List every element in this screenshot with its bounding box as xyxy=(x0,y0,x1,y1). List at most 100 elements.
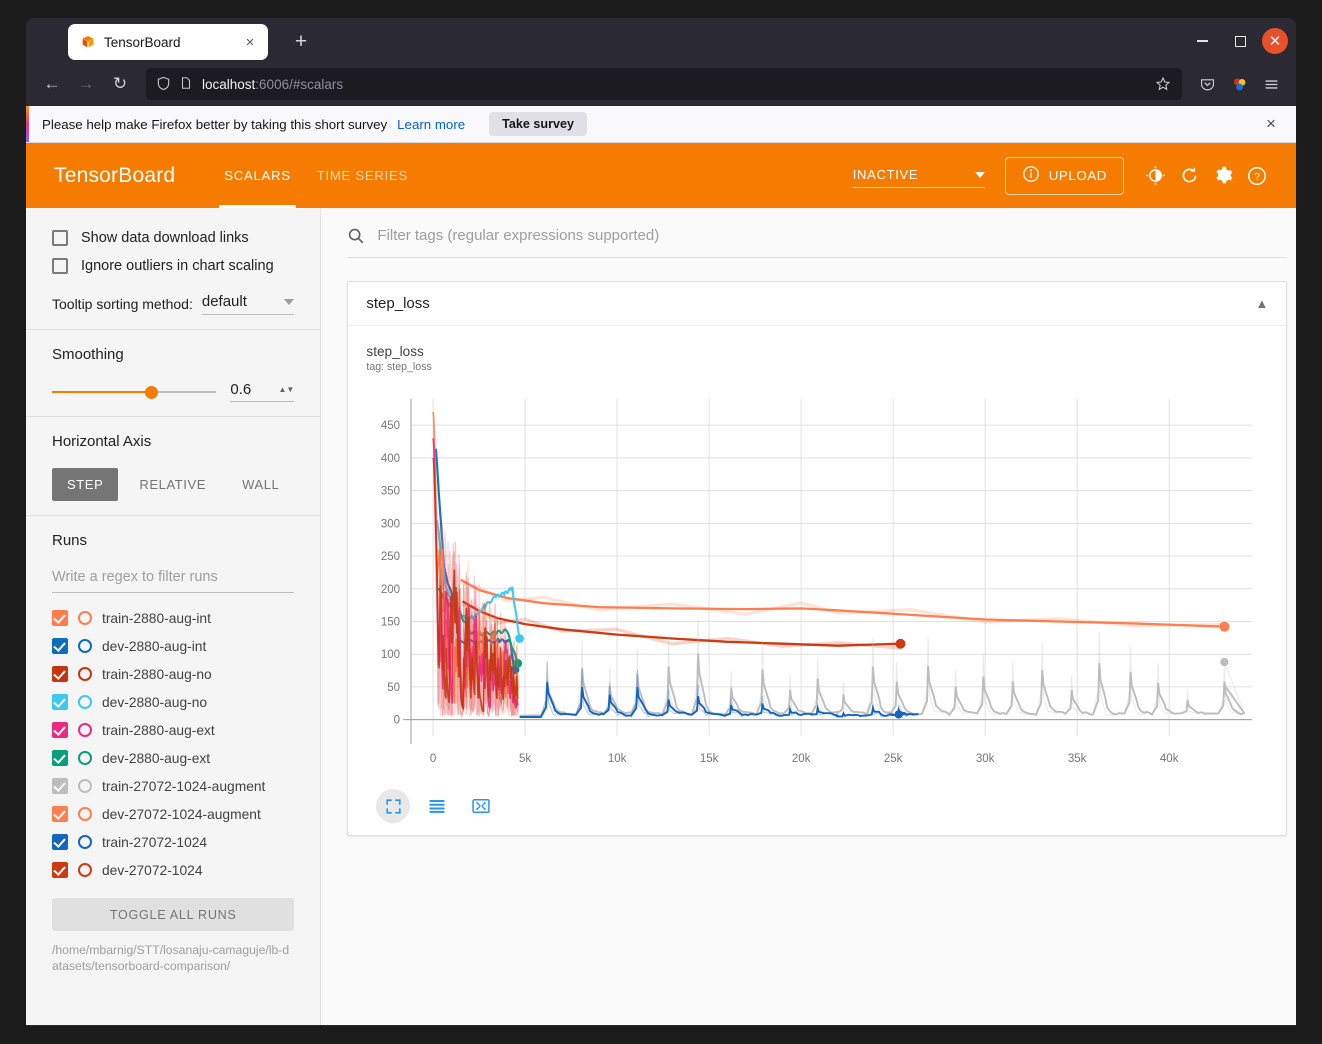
data-table-icon[interactable] xyxy=(420,789,454,823)
gear-icon[interactable] xyxy=(1206,159,1240,193)
run-item[interactable]: dev-27072-1024 xyxy=(52,856,294,884)
run-checkbox[interactable] xyxy=(52,694,68,710)
run-color-circle[interactable] xyxy=(78,835,92,849)
run-item[interactable]: train-2880-aug-no xyxy=(52,660,294,688)
run-label: train-27072-1024-augment xyxy=(102,779,265,794)
run-item[interactable]: train-27072-1024-augment xyxy=(52,772,294,800)
refresh-icon[interactable] xyxy=(1172,159,1206,193)
run-color-circle[interactable] xyxy=(78,863,92,877)
run-color-circle[interactable] xyxy=(78,667,92,681)
browser-tab[interactable]: TensorBoard × xyxy=(68,24,268,60)
run-item[interactable]: train-2880-aug-int xyxy=(52,604,294,632)
smoothing-slider[interactable] xyxy=(52,384,216,400)
checkbox[interactable] xyxy=(52,258,68,274)
close-window-button[interactable]: ✕ xyxy=(1262,28,1288,54)
tag-filter-input[interactable]: Filter tags (regular expressions support… xyxy=(377,227,659,244)
new-tab-button[interactable]: + xyxy=(288,30,314,56)
tab-strip: TensorBoard × + ✕ xyxy=(26,18,1296,62)
expand-chart-icon[interactable] xyxy=(376,789,410,823)
tensorboard-header: TensorBoard SCALARS TIME SERIES INACTIVE… xyxy=(26,143,1296,208)
smoothing-input[interactable]: 0.6 ▲▼ xyxy=(230,381,294,402)
chevron-up-icon[interactable]: ▲ xyxy=(1256,296,1269,311)
search-icon xyxy=(347,227,365,245)
address-bar[interactable]: localhost:6006/#scalars xyxy=(146,68,1182,100)
run-color-circle[interactable] xyxy=(78,807,92,821)
extension-icon[interactable] xyxy=(1224,69,1254,99)
run-item[interactable]: dev-27072-1024-augment xyxy=(52,800,294,828)
help-icon[interactable]: ? xyxy=(1240,159,1274,193)
run-color-circle[interactable] xyxy=(78,611,92,625)
run-label: dev-27072-1024 xyxy=(102,863,203,878)
tag-filter-row[interactable]: Filter tags (regular expressions support… xyxy=(347,208,1287,258)
upload-button[interactable]: UPLOAD xyxy=(1005,157,1124,195)
learn-more-link[interactable]: Learn more xyxy=(397,117,465,132)
series-dev-27072-1024-augment xyxy=(461,580,1230,632)
browser-window: TensorBoard × + ✕ ← → ↻ localhost:6006/#… xyxy=(26,18,1296,1026)
bookmark-star-icon[interactable] xyxy=(1150,71,1176,97)
maximize-button[interactable] xyxy=(1224,26,1256,56)
brightness-icon[interactable] xyxy=(1138,159,1172,193)
svg-text:250: 250 xyxy=(381,551,400,563)
back-icon[interactable]: ← xyxy=(36,68,68,100)
option-show-download-links[interactable]: Show data download links xyxy=(52,224,294,252)
svg-text:100: 100 xyxy=(381,649,400,661)
slider-fill xyxy=(52,391,151,393)
horizontal-axis-title: Horizontal Axis xyxy=(52,433,294,450)
menu-icon[interactable] xyxy=(1256,69,1286,99)
stepper-icon[interactable]: ▲▼ xyxy=(278,386,294,393)
axis-option-step[interactable]: STEP xyxy=(52,468,118,501)
run-checkbox[interactable] xyxy=(52,722,68,738)
card-header[interactable]: step_loss ▲ xyxy=(348,282,1286,326)
axis-option-wall[interactable]: WALL xyxy=(227,468,294,501)
run-item[interactable]: train-2880-aug-ext xyxy=(52,716,294,744)
scalar-card: step_loss ▲ step_loss tag: step_loss 050… xyxy=(347,281,1287,836)
run-checkbox[interactable] xyxy=(52,834,68,850)
axis-option-relative[interactable]: RELATIVE xyxy=(124,468,221,501)
slider-knob[interactable] xyxy=(145,386,158,399)
scalar-line-chart[interactable]: 05010015020025030035040045005k10k15k20k2… xyxy=(366,389,1266,779)
close-tab-icon[interactable]: × xyxy=(240,32,260,52)
tab-time-series[interactable]: TIME SERIES xyxy=(304,143,421,208)
run-checkbox[interactable] xyxy=(52,666,68,682)
run-state-value: INACTIVE xyxy=(853,167,965,182)
run-state-selector[interactable]: INACTIVE xyxy=(853,167,985,188)
run-checkbox[interactable] xyxy=(52,638,68,654)
run-checkbox[interactable] xyxy=(52,778,68,794)
run-item[interactable]: dev-2880-aug-ext xyxy=(52,744,294,772)
run-color-circle[interactable] xyxy=(78,639,92,653)
tooltip-sorting-select[interactable]: default xyxy=(202,293,295,315)
run-checkbox[interactable] xyxy=(52,750,68,766)
tensorboard-app: TensorBoard SCALARS TIME SERIES INACTIVE… xyxy=(26,143,1296,1025)
option-label: Ignore outliers in chart scaling xyxy=(81,258,274,274)
option-ignore-outliers[interactable]: Ignore outliers in chart scaling xyxy=(52,252,294,280)
run-item[interactable]: train-27072-1024 xyxy=(52,828,294,856)
app-body: Show data download links Ignore outliers… xyxy=(26,208,1296,1025)
run-color-circle[interactable] xyxy=(78,751,92,765)
run-label: dev-2880-aug-no xyxy=(102,695,207,710)
tensorboard-brand: TensorBoard xyxy=(54,164,175,188)
run-checkbox[interactable] xyxy=(52,862,68,878)
close-notification-icon[interactable]: × xyxy=(1258,111,1284,137)
smoothing-title: Smoothing xyxy=(52,346,294,363)
run-color-circle[interactable] xyxy=(78,695,92,709)
settings-section: Show data download links Ignore outliers… xyxy=(26,208,320,330)
toggle-all-runs-button[interactable]: TOGGLE ALL RUNS xyxy=(52,898,294,931)
take-survey-button[interactable]: Take survey xyxy=(489,112,587,136)
run-color-circle[interactable] xyxy=(78,723,92,737)
tab-scalars[interactable]: SCALARS xyxy=(211,143,303,208)
checkbox[interactable] xyxy=(52,230,68,246)
reload-icon[interactable]: ↻ xyxy=(104,68,136,100)
run-item[interactable]: dev-2880-aug-no xyxy=(52,688,294,716)
run-checkbox[interactable] xyxy=(52,806,68,822)
smoothing-row: 0.6 ▲▼ xyxy=(52,381,294,402)
run-checkbox[interactable] xyxy=(52,610,68,626)
forward-icon[interactable]: → xyxy=(70,68,102,100)
run-color-circle[interactable] xyxy=(78,779,92,793)
runs-filter-input[interactable]: Write a regex to filter runs xyxy=(52,567,294,593)
series-endpoint xyxy=(1221,658,1229,666)
svg-text:0: 0 xyxy=(394,715,400,727)
pocket-icon[interactable] xyxy=(1192,69,1222,99)
fit-domain-icon[interactable] xyxy=(464,789,498,823)
minimize-button[interactable] xyxy=(1186,26,1218,56)
run-item[interactable]: dev-2880-aug-int xyxy=(52,632,294,660)
